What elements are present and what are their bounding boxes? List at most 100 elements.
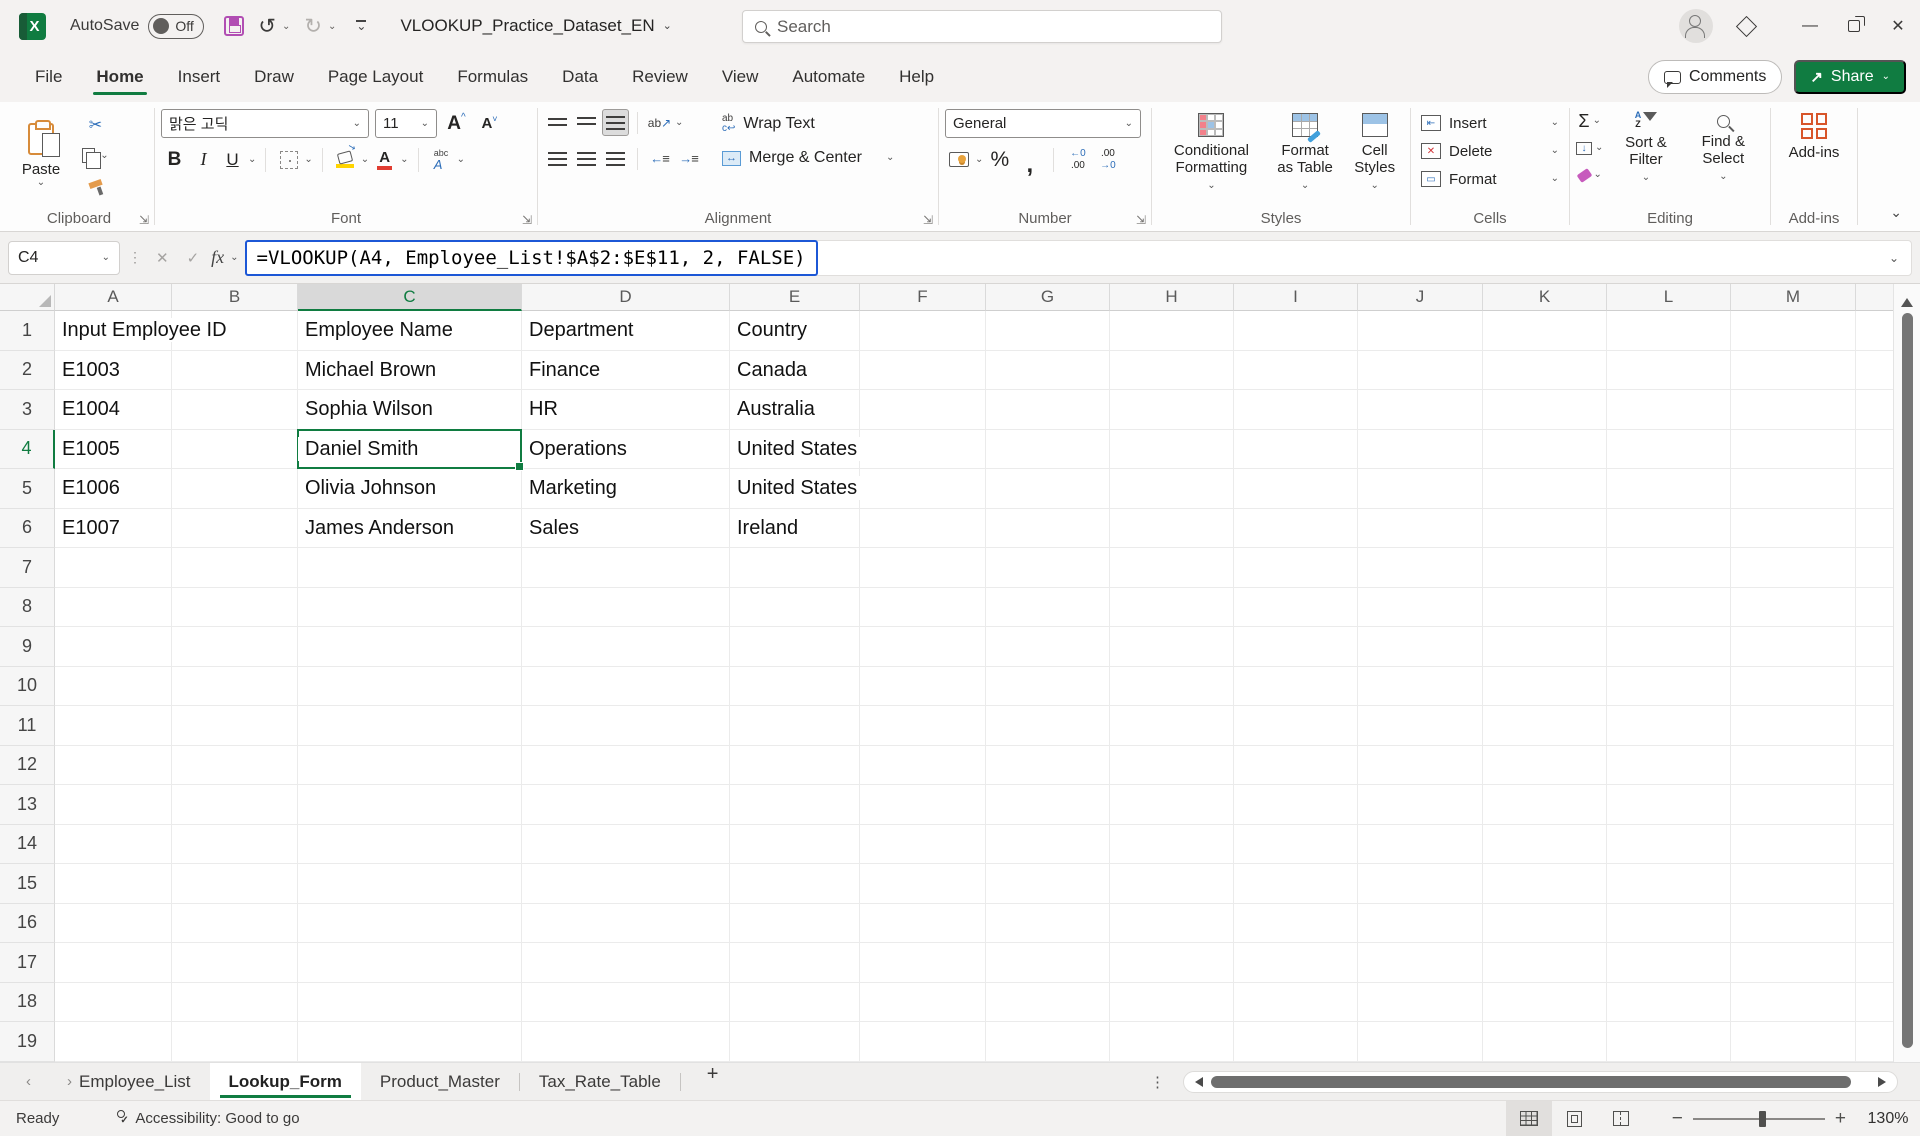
cell-H10[interactable] <box>1110 667 1234 707</box>
cell-G11[interactable] <box>986 706 1110 746</box>
cell-F8[interactable] <box>860 588 986 628</box>
cell-F14[interactable] <box>860 825 986 865</box>
cell-G2[interactable] <box>986 351 1110 391</box>
cell-L5[interactable] <box>1607 469 1731 509</box>
cell-I14[interactable] <box>1234 825 1358 865</box>
cell-D7[interactable] <box>522 548 730 588</box>
cell-D2[interactable]: Finance <box>522 351 730 391</box>
undo-button[interactable]: ↺ <box>258 16 276 37</box>
cell-M15[interactable] <box>1731 864 1856 904</box>
cell-H7[interactable] <box>1110 548 1234 588</box>
column-header-E[interactable]: E <box>730 284 860 311</box>
cell-B7[interactable] <box>172 548 298 588</box>
addins-button[interactable]: Add-ins <box>1777 109 1851 165</box>
cell-F5[interactable] <box>860 469 986 509</box>
cell-G3[interactable] <box>986 390 1110 430</box>
formula-bar-handle[interactable]: ⋮ <box>126 249 144 266</box>
cell-J5[interactable] <box>1358 469 1483 509</box>
cell-H11[interactable] <box>1110 706 1234 746</box>
fill-button[interactable]: ↓⌄ <box>1576 136 1603 160</box>
cell-M11[interactable] <box>1731 706 1856 746</box>
ribbon-tab-data[interactable]: Data <box>547 57 613 97</box>
phonetic-dropdown-icon[interactable]: ⌄ <box>457 155 465 165</box>
cell-G17[interactable] <box>986 943 1110 983</box>
cell-H12[interactable] <box>1110 746 1234 786</box>
cell-E2[interactable]: Canada <box>730 351 860 391</box>
cell-D13[interactable] <box>522 785 730 825</box>
horizontal-scroll-thumb[interactable] <box>1211 1076 1851 1088</box>
ribbon-tab-view[interactable]: View <box>707 57 774 97</box>
cell-K16[interactable] <box>1483 904 1607 944</box>
cell-H19[interactable] <box>1110 1022 1234 1062</box>
scroll-right-icon[interactable] <box>1878 1077 1891 1087</box>
column-header-K[interactable]: K <box>1483 284 1607 311</box>
cell-A14[interactable] <box>55 825 172 865</box>
row-header-15[interactable]: 15 <box>0 864 55 904</box>
cell-B15[interactable] <box>172 864 298 904</box>
ribbon-tab-file[interactable]: File <box>20 57 77 97</box>
ribbon-tab-formulas[interactable]: Formulas <box>442 57 543 97</box>
row-header-8[interactable]: 8 <box>0 588 55 628</box>
autosave-control[interactable]: AutoSave Off <box>70 14 204 39</box>
name-box[interactable]: C4 ⌄ <box>8 241 120 275</box>
column-header-B[interactable]: B <box>172 284 298 311</box>
cell-J11[interactable] <box>1358 706 1483 746</box>
cell-J6[interactable] <box>1358 509 1483 549</box>
orientation-button[interactable]: ab↗ <box>646 109 673 136</box>
cell-E3[interactable]: Australia <box>730 390 860 430</box>
cell-G15[interactable] <box>986 864 1110 904</box>
cell-L6[interactable] <box>1607 509 1731 549</box>
cell-A11[interactable] <box>55 706 172 746</box>
cell-G18[interactable] <box>986 983 1110 1023</box>
page-break-view-button[interactable] <box>1598 1101 1644 1136</box>
find-select-button[interactable]: Find & Select ⌄ <box>1683 109 1764 184</box>
accounting-dropdown-icon[interactable]: ⌄ <box>975 155 983 165</box>
cell-A7[interactable] <box>55 548 172 588</box>
bottom-align-button[interactable] <box>602 109 629 136</box>
column-header-D[interactable]: D <box>522 284 730 311</box>
restore-button[interactable] <box>1832 0 1876 52</box>
cell-B13[interactable] <box>172 785 298 825</box>
cell-F10[interactable] <box>860 667 986 707</box>
cell-B12[interactable] <box>172 746 298 786</box>
cell-B9[interactable] <box>172 627 298 667</box>
cell-F6[interactable] <box>860 509 986 549</box>
cell-K14[interactable] <box>1483 825 1607 865</box>
cell-M4[interactable] <box>1731 430 1856 470</box>
cell-A5[interactable]: E1006 <box>55 469 172 509</box>
column-header-G[interactable]: G <box>986 284 1110 311</box>
insert-function-icon[interactable]: fx <box>211 247 224 268</box>
cell-F17[interactable] <box>860 943 986 983</box>
merge-center-button[interactable]: ↔ Merge & Center ⌄ <box>716 143 900 173</box>
cell-D16[interactable] <box>522 904 730 944</box>
column-header-A[interactable]: A <box>55 284 172 311</box>
cell-J10[interactable] <box>1358 667 1483 707</box>
row-header-16[interactable]: 16 <box>0 904 55 944</box>
cell-H3[interactable] <box>1110 390 1234 430</box>
cell-C7[interactable] <box>298 548 522 588</box>
align-left-button[interactable] <box>544 145 571 172</box>
format-painter-button[interactable] <box>82 173 109 200</box>
ribbon-tab-help[interactable]: Help <box>884 57 949 97</box>
cell-D12[interactable] <box>522 746 730 786</box>
cell-B14[interactable] <box>172 825 298 865</box>
fill-color-dropdown-icon[interactable]: ⌄ <box>361 155 369 165</box>
cell-H9[interactable] <box>1110 627 1234 667</box>
row-header-9[interactable]: 9 <box>0 627 55 667</box>
cell-A12[interactable] <box>55 746 172 786</box>
cell-I5[interactable] <box>1234 469 1358 509</box>
cell-K13[interactable] <box>1483 785 1607 825</box>
clipboard-dialog-launcher[interactable]: ⇲ <box>139 213 149 227</box>
cell-K7[interactable] <box>1483 548 1607 588</box>
select-all-corner[interactable] <box>0 284 55 311</box>
cell-H5[interactable] <box>1110 469 1234 509</box>
cell-D10[interactable] <box>522 667 730 707</box>
cell-C12[interactable] <box>298 746 522 786</box>
row-header-12[interactable]: 12 <box>0 746 55 786</box>
underline-button[interactable]: U <box>219 146 246 173</box>
cell-K2[interactable] <box>1483 351 1607 391</box>
premium-diamond-icon[interactable] <box>1736 15 1757 36</box>
number-dialog-launcher[interactable]: ⇲ <box>1136 213 1146 227</box>
cell-J7[interactable] <box>1358 548 1483 588</box>
row-header-7[interactable]: 7 <box>0 548 55 588</box>
